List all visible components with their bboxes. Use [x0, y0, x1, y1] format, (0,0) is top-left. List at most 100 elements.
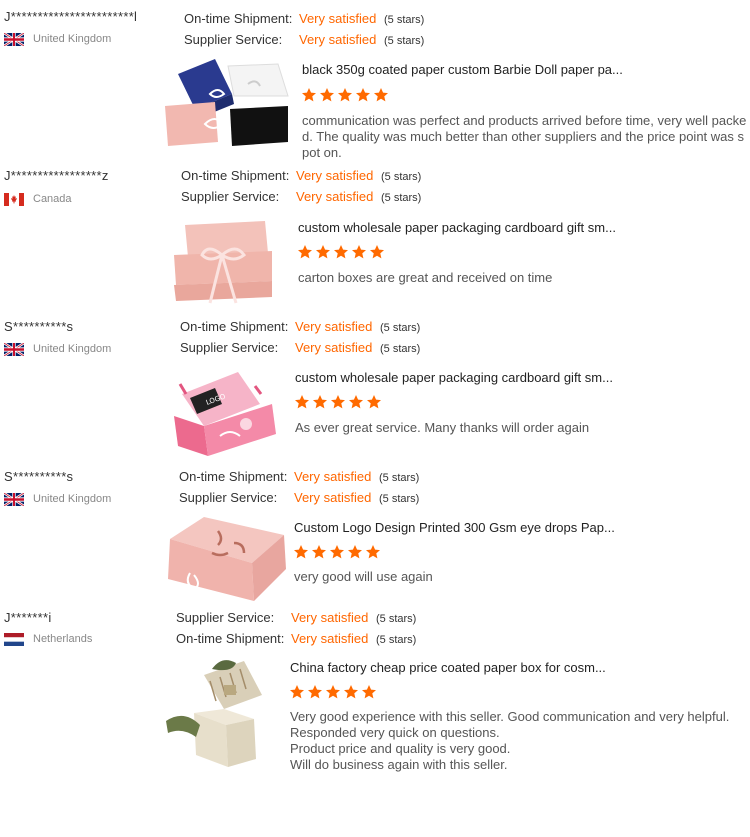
buyer-country: United Kingdom — [4, 31, 111, 47]
review-stars — [289, 684, 377, 700]
country-name: United Kingdom — [33, 343, 112, 355]
product-thumbnail[interactable] — [160, 513, 290, 608]
buyer-country: Netherlands — [4, 631, 92, 647]
rating-value: Very satisfied — [296, 168, 374, 183]
rating-on-time-shipment: On-time Shipment: Very satisfied (5 star… — [184, 11, 424, 26]
product-title[interactable]: China factory cheap price coated paper b… — [290, 660, 730, 675]
star-icon — [362, 685, 376, 699]
star-icon — [366, 545, 380, 559]
star-icon — [326, 685, 340, 699]
star-icon — [356, 88, 370, 102]
star-icon — [374, 88, 388, 102]
rating-label: Supplier Service: — [184, 32, 283, 47]
rating-stars-text: (5 stars) — [380, 322, 421, 334]
country-name: Canada — [33, 193, 72, 205]
rating-on-time-shipment: On-time Shipment: Very satisfied (5 star… — [179, 469, 419, 484]
product-thumbnail[interactable] — [154, 655, 289, 775]
rating-stars-text: (5 stars) — [381, 171, 422, 183]
rating-value: Very satisfied — [291, 610, 369, 625]
netherlands-flag-icon — [4, 632, 24, 646]
product-title[interactable]: custom wholesale paper packaging cardboa… — [295, 370, 735, 385]
rating-value: Very satisfied — [294, 490, 372, 505]
rating-label: Supplier Service: — [181, 189, 280, 204]
rating-supplier-service: Supplier Service: Very satisfied (5 star… — [179, 490, 419, 505]
star-icon — [298, 245, 312, 259]
rating-label: On-time Shipment: — [179, 469, 288, 484]
buyer-name: J***********************l — [4, 9, 138, 24]
rating-on-time-shipment: On-time Shipment: Very satisfied (5 star… — [180, 319, 420, 334]
buyer-country: Canada — [4, 191, 72, 207]
country-name: Netherlands — [33, 633, 93, 645]
star-icon — [295, 395, 309, 409]
star-icon — [367, 395, 381, 409]
rating-stars-text: (5 stars) — [384, 14, 425, 26]
review-stars — [293, 544, 381, 560]
buyer-name: S**********s — [4, 319, 74, 334]
rating-stars-text: (5 stars) — [376, 634, 417, 646]
star-icon — [334, 245, 348, 259]
uk-flag-icon — [4, 342, 24, 356]
star-icon — [316, 245, 330, 259]
star-icon — [370, 245, 384, 259]
buyer-name: J*******i — [4, 610, 52, 625]
rating-stars-text: (5 stars) — [384, 35, 425, 47]
buyer-country: United Kingdom — [4, 491, 111, 507]
canada-flag-icon — [4, 192, 24, 206]
rating-stars-text: (5 stars) — [379, 493, 420, 505]
star-icon — [352, 245, 366, 259]
star-icon — [290, 685, 304, 699]
rating-on-time-shipment: On-time Shipment: Very satisfied (5 star… — [181, 168, 421, 183]
buyer-name: S**********s — [4, 469, 74, 484]
review-comment: communication was perfect and products a… — [302, 113, 747, 160]
review-stars — [301, 87, 389, 103]
product-title[interactable]: Custom Logo Design Printed 300 Gsm eye d… — [294, 520, 734, 535]
star-icon — [313, 395, 327, 409]
rating-value: Very satisfied — [296, 189, 374, 204]
country-name: United Kingdom — [33, 33, 112, 45]
rating-supplier-service: Supplier Service: Very satisfied (5 star… — [184, 32, 424, 47]
star-icon — [302, 88, 316, 102]
star-icon — [344, 685, 358, 699]
buyer-name: J*****************z — [4, 168, 109, 183]
star-icon — [312, 545, 326, 559]
comment-line: Responded very quick on questions. — [290, 725, 500, 740]
buyer-country: United Kingdom — [4, 341, 111, 357]
product-thumbnail[interactable]: LOGO — [160, 364, 290, 459]
product-thumbnail[interactable] — [160, 54, 290, 149]
review-comment: carton boxes are great and received on t… — [298, 270, 553, 285]
star-icon — [320, 88, 334, 102]
rating-stars-text: (5 stars) — [379, 472, 420, 484]
rating-label: On-time Shipment: — [176, 631, 285, 646]
rating-value: Very satisfied — [299, 11, 377, 26]
product-thumbnail[interactable] — [160, 213, 290, 308]
review-comment: As ever great service. Many thanks will … — [295, 420, 590, 435]
rating-supplier-service: Supplier Service: Very satisfied (5 star… — [181, 189, 421, 204]
comment-line: Product price and quality is very good. — [290, 741, 511, 756]
uk-flag-icon — [4, 32, 24, 46]
rating-label: On-time Shipment: — [184, 11, 293, 26]
product-title[interactable]: black 350g coated paper custom Barbie Do… — [302, 62, 742, 77]
rating-value: Very satisfied — [295, 340, 373, 355]
rating-stars-text: (5 stars) — [381, 192, 422, 204]
rating-label: Supplier Service: — [179, 490, 278, 505]
review-comment: very good will use again — [294, 569, 433, 584]
star-icon — [338, 88, 352, 102]
review-stars — [294, 394, 382, 410]
country-name: United Kingdom — [33, 493, 112, 505]
star-icon — [330, 545, 344, 559]
uk-flag-icon — [4, 492, 24, 506]
rating-label: Supplier Service: — [176, 610, 275, 625]
rating-supplier-service: Supplier Service: Very satisfied (5 star… — [180, 340, 420, 355]
review-stars — [297, 244, 385, 260]
rating-stars-text: (5 stars) — [376, 613, 417, 625]
star-icon — [331, 395, 345, 409]
rating-value: Very satisfied — [294, 469, 372, 484]
rating-value: Very satisfied — [295, 319, 373, 334]
rating-label: On-time Shipment: — [181, 168, 290, 183]
star-icon — [308, 685, 322, 699]
comment-line: Very good experience with this seller. G… — [290, 709, 730, 724]
product-title[interactable]: custom wholesale paper packaging cardboa… — [298, 220, 738, 235]
rating-value: Very satisfied — [299, 32, 377, 47]
rating-on-time-shipment: On-time Shipment: Very satisfied (5 star… — [176, 631, 416, 646]
rating-label: On-time Shipment: — [180, 319, 289, 334]
